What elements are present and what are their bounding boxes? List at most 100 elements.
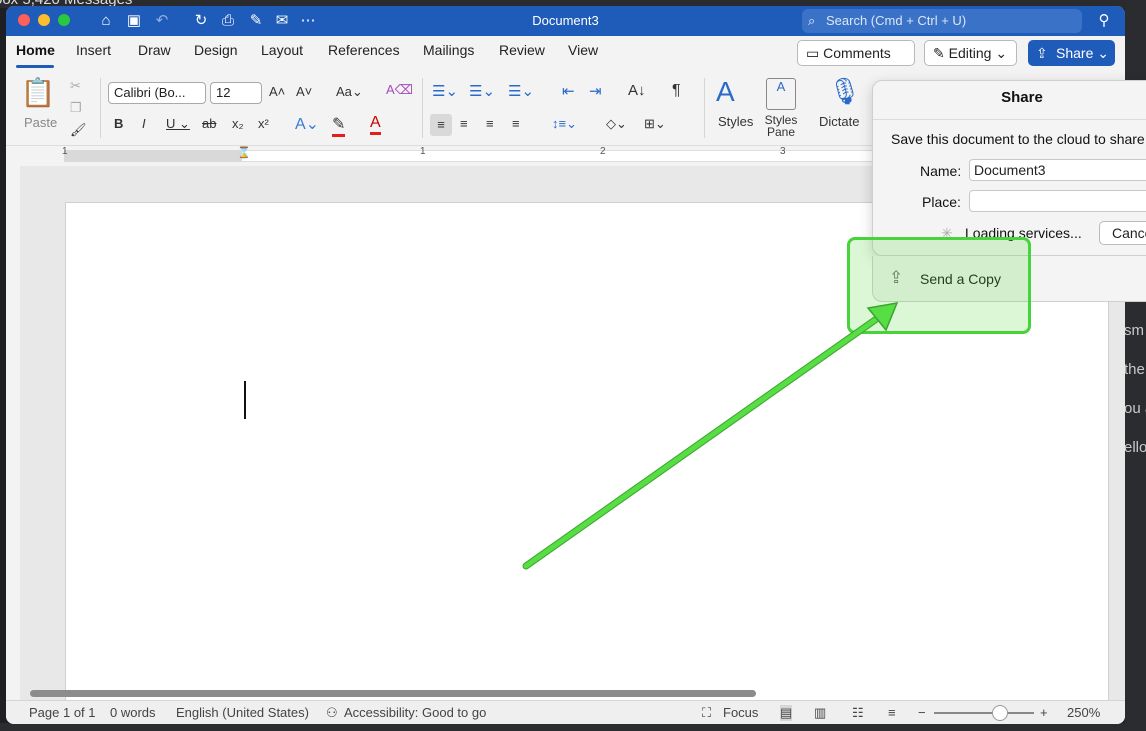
background-bar bbox=[0, 723, 1146, 731]
comments-label: Comments bbox=[823, 45, 891, 61]
name-label: Name: bbox=[920, 163, 962, 179]
place-select[interactable] bbox=[969, 190, 1146, 212]
comment-icon: ▭ bbox=[806, 45, 820, 61]
format-painter-icon[interactable]: 🖌 bbox=[70, 122, 87, 138]
indent-marker-icon[interactable]: ⌛ bbox=[237, 146, 251, 159]
font-color-icon[interactable]: A bbox=[370, 114, 381, 135]
draft-icon[interactable]: ≡ bbox=[888, 705, 896, 720]
highlight-color-icon[interactable]: ✎ bbox=[332, 114, 346, 137]
zoom-slider[interactable] bbox=[934, 712, 1034, 714]
numbering-icon[interactable]: ☰⌄ bbox=[469, 82, 495, 100]
paste-icon[interactable]: 📋 bbox=[20, 76, 56, 109]
text-cursor bbox=[244, 381, 246, 419]
superscript-icon[interactable]: x² bbox=[258, 116, 269, 131]
divider bbox=[873, 119, 1146, 120]
divider bbox=[704, 78, 705, 138]
cut-icon[interactable]: ✂ bbox=[70, 78, 81, 94]
text-effects-icon[interactable]: A⌄ bbox=[295, 114, 319, 134]
cancel-label: Cance bbox=[1112, 225, 1146, 241]
subscript-icon[interactable]: x₂ bbox=[232, 116, 244, 131]
font-size-select[interactable]: 12 bbox=[210, 82, 262, 104]
ribbon-tabs: Home Insert Draw Design Layout Reference… bbox=[6, 36, 1125, 85]
search-input[interactable]: ⌕ Search (Cmd + Ctrl + U) bbox=[802, 9, 1082, 33]
underline-icon[interactable]: U ⌄ bbox=[166, 116, 190, 132]
borders-icon[interactable]: ⊞⌄ bbox=[644, 116, 666, 132]
grow-font-icon[interactable]: A˄ bbox=[269, 84, 285, 99]
background-text: ou a bbox=[1124, 400, 1146, 417]
divider bbox=[422, 78, 423, 138]
chevron-down-icon: ⌄ bbox=[995, 45, 1008, 61]
strikethrough-icon[interactable]: ab bbox=[202, 116, 216, 131]
focus-button[interactable]: Focus bbox=[723, 705, 758, 720]
editing-button[interactable]: ✎ Editing ⌄ bbox=[924, 40, 1017, 66]
share-icon: ⇪ bbox=[1036, 45, 1048, 61]
justify-icon[interactable]: ≡ bbox=[512, 116, 520, 131]
paste-label: Paste bbox=[24, 115, 58, 130]
background-text: the bbox=[1124, 361, 1145, 378]
outline-icon[interactable]: ☷ bbox=[852, 705, 864, 721]
background-text: sm bbox=[1124, 322, 1144, 339]
word-count[interactable]: 0 words bbox=[110, 705, 156, 720]
tab-view[interactable]: View bbox=[568, 42, 598, 58]
change-case-icon[interactable]: Aa⌄ bbox=[336, 84, 363, 100]
bold-icon[interactable]: B bbox=[114, 116, 123, 131]
share-button[interactable]: ⇪ Share ⌄ bbox=[1028, 40, 1115, 66]
tab-layout[interactable]: Layout bbox=[261, 42, 303, 58]
share-panel: Share Save this document to the cloud to… bbox=[872, 80, 1146, 256]
align-right-icon[interactable]: ≡ bbox=[486, 116, 494, 131]
share-prompt: Save this document to the cloud to share… bbox=[891, 131, 1146, 147]
status-bar: Page 1 of 1 0 words English (United Stat… bbox=[6, 700, 1125, 724]
zoom-level[interactable]: 250% bbox=[1067, 705, 1100, 720]
print-layout-icon[interactable]: ▤ bbox=[780, 705, 793, 721]
account-icon[interactable]: ⚲ bbox=[1094, 11, 1114, 31]
language[interactable]: English (United States) bbox=[176, 705, 309, 720]
align-left-icon[interactable]: ≡ bbox=[430, 114, 452, 136]
horizontal-scrollbar[interactable] bbox=[30, 690, 756, 697]
tab-draw[interactable]: Draw bbox=[138, 42, 171, 58]
tab-mailings[interactable]: Mailings bbox=[423, 42, 474, 58]
ruler-margin bbox=[64, 150, 242, 162]
web-layout-icon[interactable]: ▥ bbox=[814, 705, 826, 721]
background-text: ello bbox=[1124, 439, 1146, 456]
document-name-field[interactable]: Document3 bbox=[969, 159, 1146, 181]
bullets-icon[interactable]: ☰⌄ bbox=[432, 82, 458, 100]
clear-format-icon[interactable]: A⌫ bbox=[386, 82, 413, 98]
page-count[interactable]: Page 1 of 1 bbox=[29, 705, 96, 720]
align-center-icon[interactable]: ≡ bbox=[460, 116, 468, 131]
styles-pane-icon[interactable]: A bbox=[766, 78, 796, 110]
comments-button[interactable]: ▭ Comments ⌄ bbox=[797, 40, 915, 85]
pencil-icon: ✎ bbox=[933, 45, 945, 61]
vertical-ruler bbox=[6, 166, 20, 700]
zoom-in-icon[interactable]: + bbox=[1040, 705, 1048, 720]
place-label: Place: bbox=[922, 194, 961, 210]
tab-design[interactable]: Design bbox=[194, 42, 238, 58]
tab-home[interactable]: Home bbox=[16, 42, 55, 58]
show-marks-icon[interactable]: ¶ bbox=[672, 82, 681, 100]
accessibility-status[interactable]: Accessibility: Good to go bbox=[344, 705, 486, 720]
ruler-mark: 2 bbox=[600, 146, 606, 157]
font-size-value: 12 bbox=[216, 85, 231, 100]
styles-icon[interactable]: A bbox=[716, 76, 735, 108]
italic-icon[interactable]: I bbox=[142, 116, 146, 131]
zoom-out-icon[interactable]: − bbox=[918, 705, 926, 720]
font-name-select[interactable]: Calibri (Bo... bbox=[108, 82, 206, 104]
multilevel-list-icon[interactable]: ☰⌄ bbox=[508, 82, 534, 100]
share-label: Share bbox=[1056, 45, 1094, 61]
decrease-indent-icon[interactable]: ⇤ bbox=[562, 82, 575, 100]
increase-indent-icon[interactable]: ⇥ bbox=[589, 82, 602, 100]
tab-insert[interactable]: Insert bbox=[76, 42, 111, 58]
tab-review[interactable]: Review bbox=[499, 42, 545, 58]
ruler-mark: 1 bbox=[420, 146, 426, 157]
line-spacing-icon[interactable]: ↕≡⌄ bbox=[552, 116, 577, 132]
cancel-button[interactable]: Cance bbox=[1099, 221, 1146, 245]
copy-icon[interactable]: ❐ bbox=[70, 100, 82, 116]
zoom-slider-thumb[interactable] bbox=[992, 705, 1008, 721]
chevron-down-icon: ⌄ bbox=[1097, 45, 1109, 61]
sort-icon[interactable]: A↓ bbox=[628, 82, 646, 99]
shading-icon[interactable]: ◇⌄ bbox=[606, 116, 627, 132]
tab-references[interactable]: References bbox=[328, 42, 400, 58]
shrink-font-icon[interactable]: A˅ bbox=[296, 84, 312, 99]
microphone-icon[interactable]: 🎙 bbox=[828, 76, 861, 107]
focus-icon: ⛶ bbox=[702, 705, 712, 720]
annotation-highlight bbox=[847, 237, 1031, 334]
